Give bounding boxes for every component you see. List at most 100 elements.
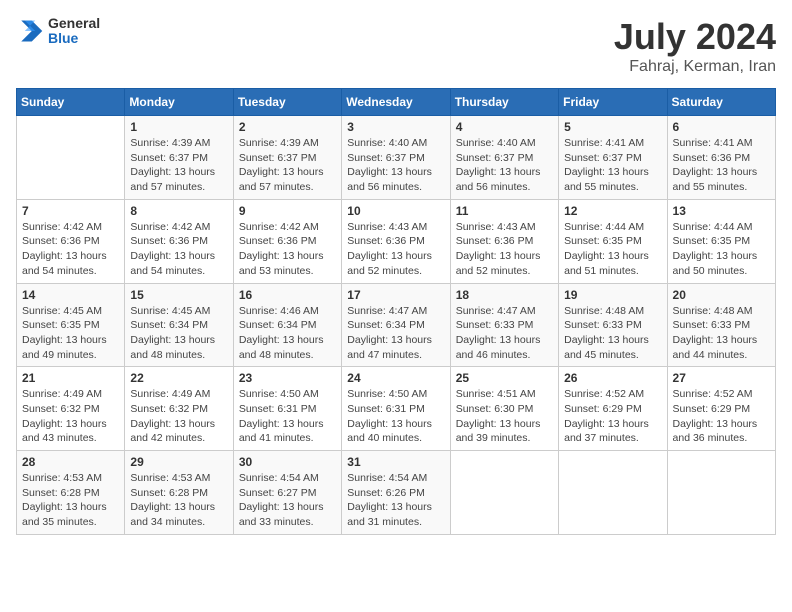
calendar-cell: 23 Sunrise: 4:50 AM Sunset: 6:31 PM Dayli… <box>233 367 341 451</box>
calendar-cell: 2 Sunrise: 4:39 AM Sunset: 6:37 PM Daylig… <box>233 116 341 200</box>
day-info: Sunrise: 4:54 AM Sunset: 6:26 PM Dayligh… <box>347 471 444 530</box>
day-number: 24 <box>347 371 444 385</box>
day-info: Sunrise: 4:45 AM Sunset: 6:34 PM Dayligh… <box>130 304 227 363</box>
calendar-cell <box>17 116 125 200</box>
day-number: 2 <box>239 120 336 134</box>
day-info: Sunrise: 4:39 AM Sunset: 6:37 PM Dayligh… <box>239 136 336 195</box>
day-number: 25 <box>456 371 553 385</box>
day-number: 15 <box>130 288 227 302</box>
day-number: 19 <box>564 288 661 302</box>
calendar-cell: 21 Sunrise: 4:49 AM Sunset: 6:32 PM Dayli… <box>17 367 125 451</box>
calendar-cell: 24 Sunrise: 4:50 AM Sunset: 6:31 PM Dayli… <box>342 367 450 451</box>
day-info: Sunrise: 4:41 AM Sunset: 6:36 PM Dayligh… <box>673 136 770 195</box>
calendar-cell <box>667 451 775 535</box>
day-info: Sunrise: 4:40 AM Sunset: 6:37 PM Dayligh… <box>347 136 444 195</box>
day-info: Sunrise: 4:53 AM Sunset: 6:28 PM Dayligh… <box>130 471 227 530</box>
day-info: Sunrise: 4:52 AM Sunset: 6:29 PM Dayligh… <box>564 387 661 446</box>
calendar-cell: 18 Sunrise: 4:47 AM Sunset: 6:33 PM Dayli… <box>450 283 558 367</box>
day-number: 29 <box>130 455 227 469</box>
day-info: Sunrise: 4:40 AM Sunset: 6:37 PM Dayligh… <box>456 136 553 195</box>
day-info: Sunrise: 4:44 AM Sunset: 6:35 PM Dayligh… <box>673 220 770 279</box>
logo-icon <box>16 17 44 45</box>
day-number: 10 <box>347 204 444 218</box>
calendar-week-row: 21 Sunrise: 4:49 AM Sunset: 6:32 PM Dayli… <box>17 367 776 451</box>
title-area: July 2024 Fahraj, Kerman, Iran <box>614 16 776 76</box>
calendar-cell: 28 Sunrise: 4:53 AM Sunset: 6:28 PM Dayli… <box>17 451 125 535</box>
weekday-header: Saturday <box>667 89 775 116</box>
day-number: 7 <box>22 204 119 218</box>
calendar-week-row: 28 Sunrise: 4:53 AM Sunset: 6:28 PM Dayli… <box>17 451 776 535</box>
day-number: 11 <box>456 204 553 218</box>
calendar-week-row: 7 Sunrise: 4:42 AM Sunset: 6:36 PM Daylig… <box>17 199 776 283</box>
day-info: Sunrise: 4:41 AM Sunset: 6:37 PM Dayligh… <box>564 136 661 195</box>
day-info: Sunrise: 4:42 AM Sunset: 6:36 PM Dayligh… <box>130 220 227 279</box>
logo-general-text: General <box>48 15 100 31</box>
page-subtitle: Fahraj, Kerman, Iran <box>614 58 776 76</box>
calendar-cell: 31 Sunrise: 4:54 AM Sunset: 6:26 PM Dayli… <box>342 451 450 535</box>
day-number: 31 <box>347 455 444 469</box>
day-info: Sunrise: 4:43 AM Sunset: 6:36 PM Dayligh… <box>456 220 553 279</box>
day-number: 5 <box>564 120 661 134</box>
day-number: 14 <box>22 288 119 302</box>
calendar-cell: 20Sunrise: 4:48 AM Sunset: 6:33 PM Dayli… <box>667 283 775 367</box>
calendar-cell: 13 Sunrise: 4:44 AM Sunset: 6:35 PM Dayli… <box>667 199 775 283</box>
day-info: Sunrise: 4:50 AM Sunset: 6:31 PM Dayligh… <box>347 387 444 446</box>
weekday-header: Tuesday <box>233 89 341 116</box>
calendar-cell: 14Sunrise: 4:45 AM Sunset: 6:35 PM Dayli… <box>17 283 125 367</box>
page-header: General Blue July 2024 Fahraj, Kerman, I… <box>16 16 776 76</box>
day-info: Sunrise: 4:39 AM Sunset: 6:37 PM Dayligh… <box>130 136 227 195</box>
day-number: 27 <box>673 371 770 385</box>
day-info: Sunrise: 4:42 AM Sunset: 6:36 PM Dayligh… <box>22 220 119 279</box>
calendar-cell: 1 Sunrise: 4:39 AM Sunset: 6:37 PM Daylig… <box>125 116 233 200</box>
day-number: 18 <box>456 288 553 302</box>
day-number: 6 <box>673 120 770 134</box>
calendar-cell: 19 Sunrise: 4:48 AM Sunset: 6:33 PM Dayli… <box>559 283 667 367</box>
day-number: 3 <box>347 120 444 134</box>
day-number: 1 <box>130 120 227 134</box>
day-number: 8 <box>130 204 227 218</box>
day-info: Sunrise: 4:51 AM Sunset: 6:30 PM Dayligh… <box>456 387 553 446</box>
day-number: 20 <box>673 288 770 302</box>
calendar-cell: 7 Sunrise: 4:42 AM Sunset: 6:36 PM Daylig… <box>17 199 125 283</box>
calendar-cell: 29 Sunrise: 4:53 AM Sunset: 6:28 PM Dayli… <box>125 451 233 535</box>
logo: General Blue <box>16 16 100 47</box>
weekday-header: Monday <box>125 89 233 116</box>
day-number: 13 <box>673 204 770 218</box>
day-info: Sunrise: 4:48 AM Sunset: 6:33 PM Dayligh… <box>564 304 661 363</box>
calendar-cell: 10 Sunrise: 4:43 AM Sunset: 6:36 PM Dayli… <box>342 199 450 283</box>
calendar-cell: 25 Sunrise: 4:51 AM Sunset: 6:30 PM Dayli… <box>450 367 558 451</box>
calendar-cell: 12Sunrise: 4:44 AM Sunset: 6:35 PM Dayli… <box>559 199 667 283</box>
day-number: 21 <box>22 371 119 385</box>
day-info: Sunrise: 4:47 AM Sunset: 6:34 PM Dayligh… <box>347 304 444 363</box>
day-info: Sunrise: 4:43 AM Sunset: 6:36 PM Dayligh… <box>347 220 444 279</box>
calendar-cell: 11 Sunrise: 4:43 AM Sunset: 6:36 PM Dayli… <box>450 199 558 283</box>
day-info: Sunrise: 4:52 AM Sunset: 6:29 PM Dayligh… <box>673 387 770 446</box>
calendar-header: SundayMondayTuesdayWednesdayThursdayFrid… <box>17 89 776 116</box>
day-info: Sunrise: 4:42 AM Sunset: 6:36 PM Dayligh… <box>239 220 336 279</box>
calendar-cell: 26Sunrise: 4:52 AM Sunset: 6:29 PM Dayli… <box>559 367 667 451</box>
logo-blue-text: Blue <box>48 30 78 46</box>
day-number: 30 <box>239 455 336 469</box>
day-number: 28 <box>22 455 119 469</box>
day-info: Sunrise: 4:47 AM Sunset: 6:33 PM Dayligh… <box>456 304 553 363</box>
calendar-cell: 8 Sunrise: 4:42 AM Sunset: 6:36 PM Daylig… <box>125 199 233 283</box>
day-number: 9 <box>239 204 336 218</box>
day-number: 23 <box>239 371 336 385</box>
calendar-cell: 17Sunrise: 4:47 AM Sunset: 6:34 PM Dayli… <box>342 283 450 367</box>
weekday-header: Thursday <box>450 89 558 116</box>
day-info: Sunrise: 4:49 AM Sunset: 6:32 PM Dayligh… <box>22 387 119 446</box>
calendar-cell: 15 Sunrise: 4:45 AM Sunset: 6:34 PM Dayli… <box>125 283 233 367</box>
day-number: 4 <box>456 120 553 134</box>
weekday-header: Wednesday <box>342 89 450 116</box>
page-title: July 2024 <box>614 16 776 58</box>
day-info: Sunrise: 4:49 AM Sunset: 6:32 PM Dayligh… <box>130 387 227 446</box>
day-info: Sunrise: 4:44 AM Sunset: 6:35 PM Dayligh… <box>564 220 661 279</box>
calendar-cell: 4 Sunrise: 4:40 AM Sunset: 6:37 PM Daylig… <box>450 116 558 200</box>
day-info: Sunrise: 4:53 AM Sunset: 6:28 PM Dayligh… <box>22 471 119 530</box>
calendar-cell: 22Sunrise: 4:49 AM Sunset: 6:32 PM Dayli… <box>125 367 233 451</box>
weekday-header: Friday <box>559 89 667 116</box>
weekday-header: Sunday <box>17 89 125 116</box>
day-number: 16 <box>239 288 336 302</box>
day-info: Sunrise: 4:50 AM Sunset: 6:31 PM Dayligh… <box>239 387 336 446</box>
calendar-cell <box>450 451 558 535</box>
